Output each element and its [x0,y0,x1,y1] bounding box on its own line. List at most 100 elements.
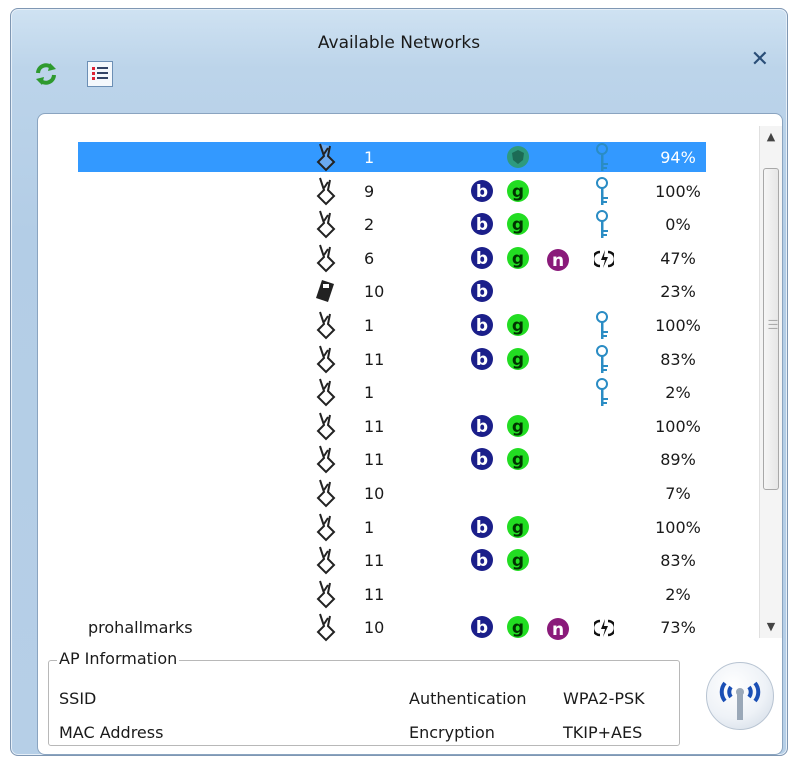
list-view-icon[interactable] [87,61,113,87]
network-row[interactable]: 6 b g n 47% [38,241,756,275]
svg-text:n: n [552,251,564,271]
ap-information-legend: AP Information [57,649,180,668]
network-row[interactable]: 1 b g 100% [38,308,756,342]
network-signal-strength: 23% [660,282,696,302]
wps-icon [594,619,614,638]
network-row[interactable]: 2 b g 0% [38,207,756,241]
network-channel: 11 [364,551,385,571]
b-mode-icon: b [471,414,493,437]
access-point-icon [316,143,336,172]
svg-text:b: b [476,518,488,538]
network-row[interactable]: 11 b g 83% [38,543,756,577]
network-channel: 10 [364,282,385,302]
network-list: 1 94% 9 b g 100% 2 b g 0% 6 b g n 47% 10 b 23% 1 b g 100% 11 b g… [38,114,756,644]
network-row[interactable]: 11 b g 83% [38,342,756,376]
access-point-icon [316,177,336,206]
network-row[interactable]: 11 b g 100% [38,409,756,443]
network-signal-strength: 89% [660,450,696,470]
b-mode-icon: b [471,314,493,336]
available-networks-window: Available Networks ✕ 1 94% 9 b g 100% 2 b g 0% 6 b g… [10,8,788,756]
adhoc-network-icon [316,280,334,303]
network-row[interactable]: 1 94% [38,140,756,174]
network-signal-strength: 100% [655,316,701,335]
network-signal-strength: 47% [660,248,696,268]
svg-text:g: g [512,249,524,269]
svg-text:g: g [512,182,524,202]
key-icon [596,143,608,171]
network-row[interactable]: 10 7% [38,476,756,510]
network-signal-strength: 2% [665,383,691,403]
network-signal-strength: 100% [655,416,701,436]
wireless-antenna-icon [719,681,761,720]
g-mode-icon: g [507,213,529,236]
g-mode-icon: g [507,616,529,639]
network-channel: 11 [364,349,385,369]
network-signal-strength: 94% [660,148,696,167]
authentication-value: WPA2-PSK [563,689,645,708]
encryption-label: Encryption [409,723,495,742]
network-channel: 11 [364,450,385,470]
network-row[interactable]: 1 2% [38,375,756,409]
g-mode-icon: g [507,179,529,202]
scroll-up-arrow-icon[interactable]: ▲ [760,126,782,148]
network-channel: 11 [364,416,385,436]
svg-text:g: g [512,618,524,638]
network-channel: 11 [364,584,385,604]
close-icon[interactable]: ✕ [751,47,769,72]
svg-text:b: b [476,417,488,437]
access-point-icon [316,244,336,273]
network-channel: 2 [364,215,375,235]
svg-text:b: b [476,182,488,202]
b-mode-icon: b [471,347,493,370]
network-row[interactable]: prohallmarks 10 b g n 73% [38,610,756,644]
g-mode-icon: g [507,246,529,269]
network-channel: 1 [364,148,375,167]
connect-button[interactable] [706,662,774,730]
svg-text:b: b [476,551,488,571]
grip-icon: — — — [768,315,778,334]
title-bar: Available Networks ✕ [11,9,787,107]
network-row[interactable]: 1 b g 100% [38,510,756,544]
b-mode-icon: b [471,448,493,471]
ap-information-group: AP Information SSID Authentication WPA2-… [48,649,680,746]
network-signal-strength: 73% [660,618,696,638]
network-row[interactable]: 11 b g 89% [38,442,756,476]
access-point-icon [316,580,336,609]
network-signal-strength: 83% [660,551,696,571]
network-channel: 9 [364,181,375,201]
b-mode-icon: b [471,280,493,303]
key-icon [596,378,608,407]
b-mode-icon: b [471,246,493,269]
network-signal-strength: 100% [655,517,701,537]
g-mode-icon: g [507,414,529,437]
network-signal-strength: 100% [655,181,701,201]
scrollbar[interactable]: ▲ — — — ▼ [759,126,782,638]
networks-panel: 1 94% 9 b g 100% 2 b g 0% 6 b g n 47% 10 b 23% 1 b g 100% 11 b g… [37,113,783,755]
network-channel: 1 [364,517,375,537]
network-channel: 1 [364,316,375,335]
scroll-down-arrow-icon[interactable]: ▼ [760,616,782,638]
refresh-icon[interactable] [33,61,59,87]
network-row[interactable]: 9 b g 100% [38,174,756,208]
svg-text:g: g [512,316,524,336]
n-mode-icon: n [547,618,569,641]
access-point-icon [316,412,336,441]
key-icon [596,210,608,239]
network-signal-strength: 83% [660,349,696,369]
svg-text:g: g [512,551,524,571]
key-icon [596,311,608,339]
scroll-thumb[interactable]: — — — [763,168,779,490]
b-mode-icon: b [471,616,493,639]
mac-address-label: MAC Address [59,723,164,742]
access-point-icon [316,345,336,374]
network-row[interactable]: 10 b 23% [38,274,756,308]
svg-text:b: b [476,215,488,235]
network-row[interactable]: 11 2% [38,577,756,611]
b-mode-icon: b [471,179,493,202]
access-point-icon [316,614,336,642]
svg-text:g: g [512,350,524,370]
g-mode-icon: g [507,347,529,370]
network-signal-strength: 2% [665,584,691,604]
svg-text:g: g [512,450,524,470]
b-mode-icon: b [471,515,493,538]
